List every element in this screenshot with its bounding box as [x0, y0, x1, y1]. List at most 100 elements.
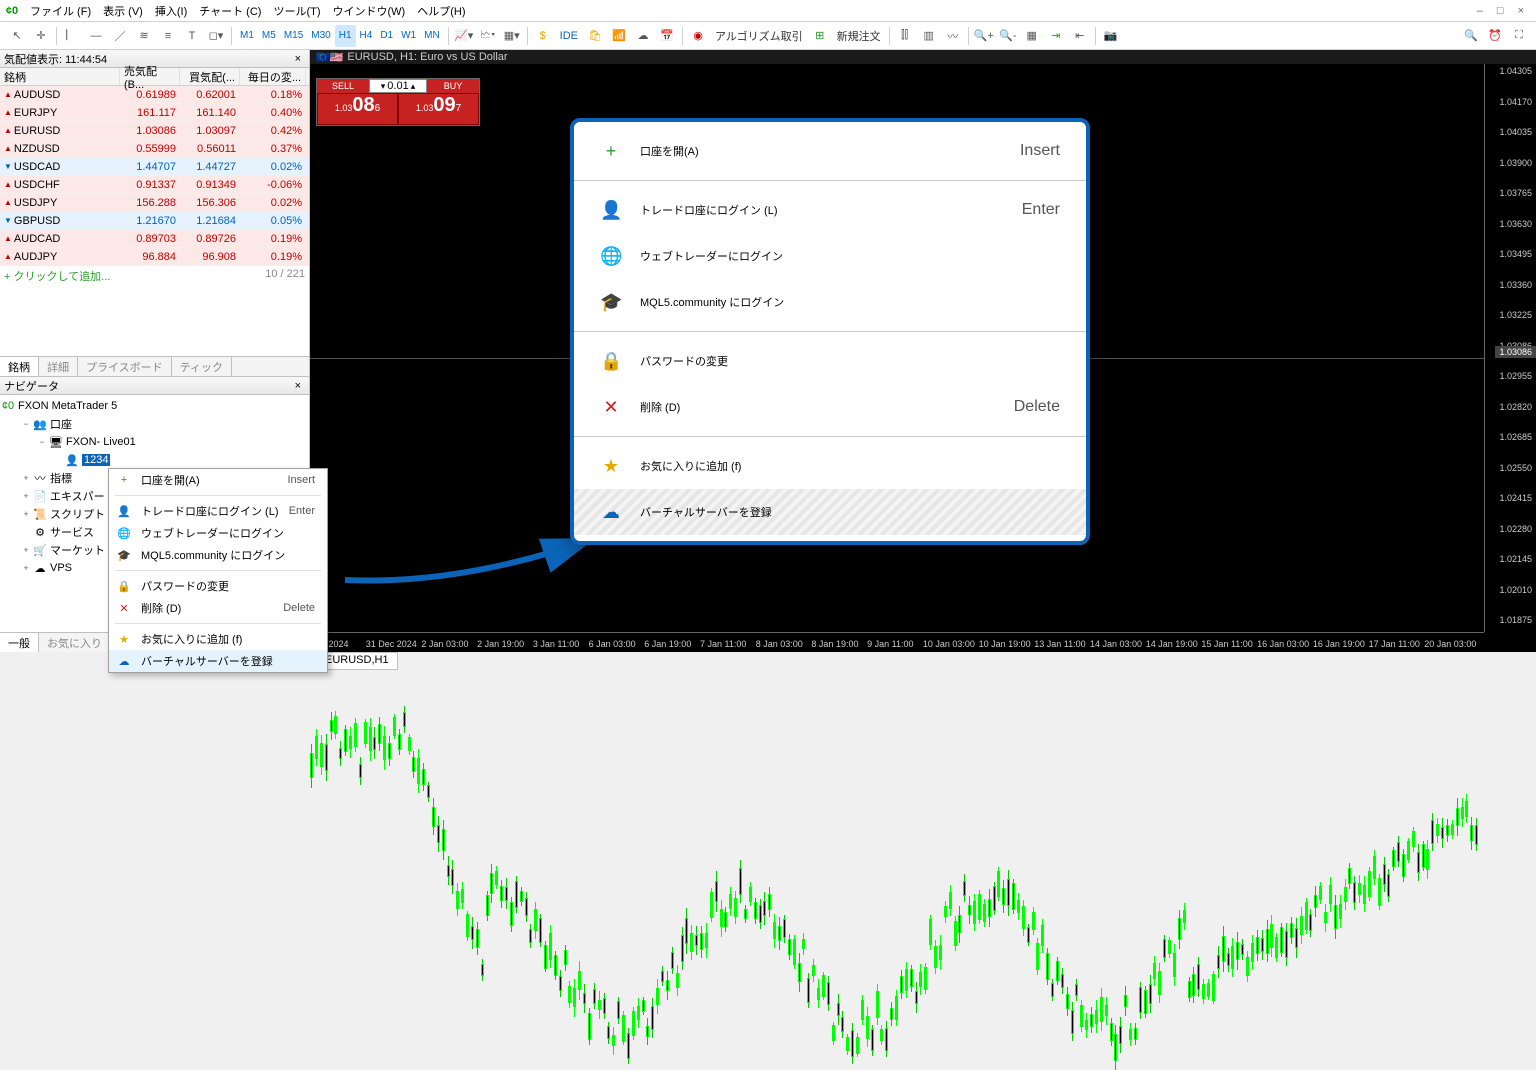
market-watch-row[interactable]: USDCAD1.447071.447270.02% — [0, 158, 309, 176]
channel-icon[interactable]: ≋ — [133, 25, 155, 47]
line-chart-icon[interactable]: 📈▾ — [453, 25, 475, 47]
market-icon[interactable]: 🛍 — [584, 25, 606, 47]
market-watch-row[interactable]: AUDJPY96.88496.9080.19% — [0, 248, 309, 266]
vline-icon[interactable]: ⎸ — [61, 25, 83, 47]
market-watch-row[interactable]: AUDCAD0.897030.897260.19% — [0, 230, 309, 248]
menu-item[interactable]: チャート (C) — [193, 4, 267, 20]
ctx-item[interactable]: ★お気に入りに追加 (f) — [574, 443, 1086, 489]
market-watch-row[interactable]: USDCHF0.913370.91349-0.06% — [0, 176, 309, 194]
bars-icon[interactable]: ▥ — [918, 25, 940, 47]
dollar-icon[interactable]: $ — [532, 25, 554, 47]
depth-icon[interactable]: ⫿⫿ — [894, 25, 916, 47]
timeframe-M1[interactable]: M1 — [236, 25, 258, 47]
timeframe-D1[interactable]: D1 — [376, 25, 397, 47]
menu-item[interactable]: ウインドウ(W) — [327, 4, 412, 20]
autoscroll-icon[interactable]: ⇥ — [1045, 25, 1067, 47]
tree-item[interactable]: −🖥FXON- Live01 — [0, 433, 309, 451]
shapes-icon[interactable]: ◻▾ — [205, 25, 227, 47]
market-watch-row[interactable]: EURJPY161.117161.1400.40% — [0, 104, 309, 122]
signals-icon[interactable]: 📶 — [608, 25, 630, 47]
one-click-ticket[interactable]: SELL ▾ 0.01 ▴ BUY 1.03086 1.03097 — [316, 78, 480, 126]
ctx-item[interactable]: ★お気に入りに追加 (f) — [109, 628, 327, 650]
calendar-icon[interactable]: 📅 — [656, 25, 678, 47]
minimize-button[interactable]: – — [1477, 5, 1483, 17]
nav-tab[interactable]: お気に入り — [39, 633, 111, 652]
crosshair-icon[interactable]: ✛ — [30, 25, 52, 47]
chart-tab[interactable]: EURUSD,H1 — [316, 652, 398, 670]
camera-icon[interactable]: 📷 — [1100, 25, 1122, 47]
ctx-item[interactable]: 🌐ウェブトレーダーにログイン — [574, 233, 1086, 279]
market-watch-row[interactable]: GBPUSD1.216701.216840.05% — [0, 212, 309, 230]
ctx-item[interactable]: ☁バーチャルサーバーを登録 — [109, 650, 327, 672]
panel-close-icon[interactable]: × — [291, 380, 305, 392]
ctx-item[interactable]: 🔒パスワードの変更 — [109, 575, 327, 597]
templates-icon[interactable]: ▦▾ — [501, 25, 523, 47]
ctx-item[interactable]: 🎓MQL5.community にログイン — [109, 544, 327, 566]
tree-item[interactable]: −👥口座 — [0, 415, 309, 433]
tree-item[interactable]: 👤1234 — [0, 451, 309, 469]
timeframe-M15[interactable]: M15 — [280, 25, 307, 47]
stop-icon[interactable]: ◉ — [687, 25, 709, 47]
ctx-item[interactable]: 🌐ウェブトレーダーにログイン — [109, 522, 327, 544]
menu-item[interactable]: ツール(T) — [267, 4, 326, 20]
ctx-item[interactable]: +口座を開(A)Insert — [109, 469, 327, 491]
market-watch-row[interactable]: USDJPY156.288156.3060.02% — [0, 194, 309, 212]
menu-item[interactable]: ヘルプ(H) — [411, 4, 471, 20]
vps-cloud-icon[interactable]: ☁ — [632, 25, 654, 47]
buy-price[interactable]: 1.03097 — [398, 93, 479, 125]
indicators-icon[interactable]: 🗠▾ — [477, 25, 499, 47]
panel-close-icon[interactable]: × — [291, 53, 305, 65]
ticks-icon[interactable]: 〰 — [942, 25, 964, 47]
timeframe-M30[interactable]: M30 — [307, 25, 334, 47]
tree-root[interactable]: ¢0FXON MetaTrader 5 — [0, 397, 309, 415]
alerts-icon[interactable]: ⏰ — [1484, 25, 1506, 47]
menu-item[interactable]: 挿入(I) — [149, 4, 193, 20]
market-watch-row[interactable]: AUDUSD0.619890.620010.18% — [0, 86, 309, 104]
text-icon[interactable]: T — [181, 25, 203, 47]
ctx-item[interactable]: 🔒パスワードの変更 — [574, 338, 1086, 384]
maximize-button[interactable]: □ — [1497, 5, 1504, 17]
ctx-item[interactable]: ✕削除 (D)Delete — [109, 597, 327, 619]
trendline-icon[interactable]: ／ — [109, 25, 131, 47]
new-order-button[interactable]: 新規注文 — [833, 25, 885, 47]
ctx-item[interactable]: ✕削除 (D)Delete — [574, 384, 1086, 430]
market-watch-row[interactable]: EURUSD1.030861.030970.42% — [0, 122, 309, 140]
timeframe-H1[interactable]: H1 — [335, 25, 356, 47]
mw-tab[interactable]: ティック — [172, 357, 232, 376]
timeframe-W1[interactable]: W1 — [397, 25, 420, 47]
cursor-icon[interactable]: ↖ — [6, 25, 28, 47]
ctx-item[interactable]: 🎓MQL5.community にログイン — [574, 279, 1086, 325]
market-watch-row[interactable]: NZDUSD0.559990.560110.37% — [0, 140, 309, 158]
ctx-item[interactable]: +口座を開(A)Insert — [574, 128, 1086, 174]
zoom-out-icon[interactable]: 🔍- — [997, 25, 1019, 47]
shift-icon[interactable]: ⇤ — [1069, 25, 1091, 47]
fullscreen-icon[interactable]: ⛶ — [1508, 25, 1530, 47]
ctx-item[interactable]: ☁バーチャルサーバーを登録 — [574, 489, 1086, 535]
mw-tab[interactable]: プライスボード — [78, 357, 172, 376]
mw-tab[interactable]: 詳細 — [39, 357, 78, 376]
zoom-in-icon[interactable]: 🔍+ — [973, 25, 995, 47]
mw-add-label[interactable]: クリックして追加... — [13, 271, 110, 283]
ctx-item[interactable]: 👤トレードロ座にログイン (L)Enter — [574, 187, 1086, 233]
col-ask[interactable]: 買気配(... — [180, 68, 240, 85]
mw-tab[interactable]: 銘柄 — [0, 357, 39, 376]
hline-icon[interactable]: — — [85, 25, 107, 47]
new-order-plus-icon[interactable]: ⊞ — [809, 25, 831, 47]
algo-trading-button[interactable]: アルゴリズム取引 — [711, 25, 807, 47]
menu-item[interactable]: ファイル (F) — [24, 4, 97, 20]
close-button[interactable]: × — [1518, 5, 1524, 17]
ide-button[interactable]: IDE — [556, 25, 582, 47]
timeframe-H4[interactable]: H4 — [356, 25, 377, 47]
sell-price[interactable]: 1.03086 — [317, 93, 398, 125]
ticket-sell[interactable]: SELL — [317, 79, 369, 93]
search-icon[interactable]: 🔍 — [1460, 25, 1482, 47]
col-bid[interactable]: 売気配(B... — [120, 68, 180, 85]
fibo-icon[interactable]: ≡ — [157, 25, 179, 47]
menu-item[interactable]: 表示 (V) — [97, 4, 149, 20]
col-symbol[interactable]: 銘柄 — [0, 68, 120, 85]
nav-tab[interactable]: 一般 — [0, 633, 39, 652]
col-change[interactable]: 毎日の変... — [240, 68, 306, 85]
ticket-buy[interactable]: BUY — [427, 79, 479, 93]
ticket-volume[interactable]: ▾ 0.01 ▴ — [369, 79, 427, 93]
timeframe-M5[interactable]: M5 — [258, 25, 280, 47]
